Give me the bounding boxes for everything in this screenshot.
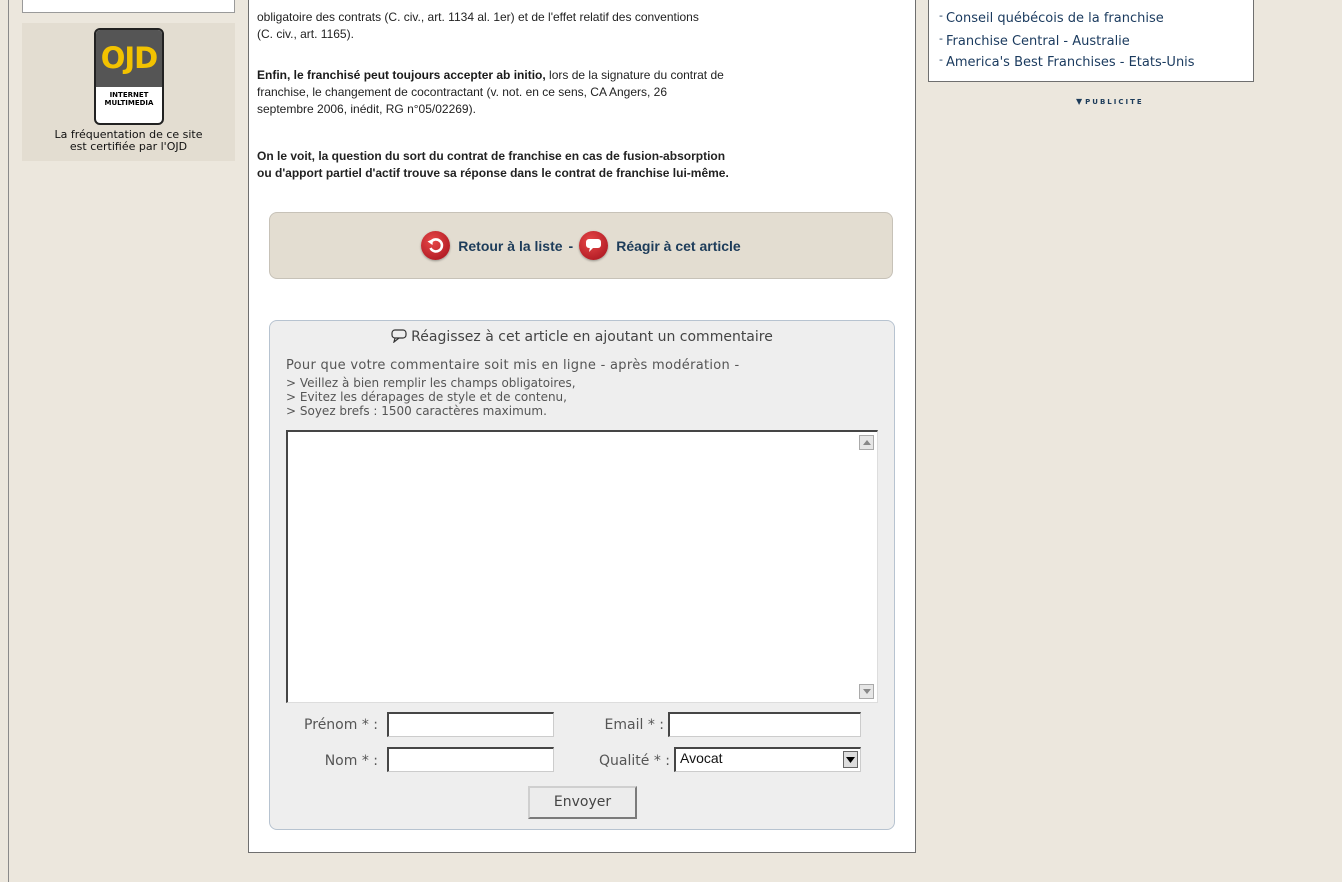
dash-bullet: - <box>939 9 943 22</box>
article-bold-text: Enfin, le franchisé peut toujours accept… <box>257 68 546 82</box>
speech-bubble-icon <box>391 329 407 344</box>
dash-bullet: - <box>939 32 943 45</box>
article-content: obligatoire des contrats (C. civ., art. … <box>248 0 916 853</box>
ojd-logo-text: OJD <box>96 30 162 87</box>
comment-form-title: Réagissez à cet article en ajoutant un c… <box>270 329 894 345</box>
article-line: franchise, le changement de cocontractan… <box>257 85 668 99</box>
email-input[interactable] <box>668 712 861 737</box>
franchise-link-label[interactable]: America's Best Franchises - Etats-Unis <box>946 55 1195 70</box>
comment-form-title-text: Réagissez à cet article en ajoutant un c… <box>411 329 773 345</box>
advertising-label-text: PUBLICITE <box>1085 98 1144 106</box>
scroll-down-icon[interactable] <box>859 684 874 699</box>
triangle-down-icon: ▼ <box>1076 97 1083 106</box>
article-line: (C. civ., art. 1165). <box>257 27 354 41</box>
firstname-input[interactable] <box>387 712 554 737</box>
article-line: septembre 2006, inédit, RG n°05/02269). <box>257 102 476 116</box>
back-to-list-link[interactable]: Retour à la liste <box>458 238 562 254</box>
comment-textarea[interactable] <box>288 432 858 701</box>
lastname-label: Nom * : <box>324 753 378 769</box>
article-line: lors de la signature du contrat de <box>545 68 724 82</box>
firstname-label: Prénom * : <box>304 717 378 733</box>
comment-form-intro: Pour que votre commentaire soit mis en l… <box>286 358 740 373</box>
article-line: obligatoire des contrats (C. civ., art. … <box>257 10 699 24</box>
franchise-link[interactable]: - Franchise Central - Australie <box>939 32 1130 50</box>
ojd-subtitle-line2: MULTIMEDIA <box>104 99 154 107</box>
lastname-input[interactable] <box>387 747 554 772</box>
chevron-down-icon[interactable] <box>843 751 858 768</box>
franchise-link[interactable]: - Conseil québécois de la franchise <box>939 9 1164 27</box>
franchise-link[interactable]: - America's Best Franchises - Etats-Unis <box>939 53 1195 71</box>
advertising-label: ▼ PUBLICITE <box>1076 97 1144 106</box>
franchise-link-label[interactable]: Franchise Central - Australie <box>946 34 1130 49</box>
action-separator: - <box>568 237 574 254</box>
submit-button[interactable]: Envoyer <box>528 786 637 819</box>
article-line: On le voit, la question du sort du contr… <box>257 149 726 163</box>
react-to-article-link[interactable]: Réagir à cet article <box>616 238 741 254</box>
comment-rule: > Evitez les dérapages de style et de co… <box>286 390 567 404</box>
ojd-caption: La fréquentation de ce site est certifié… <box>22 129 235 153</box>
back-arrow-icon[interactable] <box>421 231 451 260</box>
article-paragraph: obligatoire des contrats (C. civ., art. … <box>257 9 907 43</box>
franchise-link-label[interactable]: Conseil québécois de la franchise <box>946 11 1164 26</box>
quality-selected-value: Avocat <box>680 750 723 766</box>
comment-rule: > Soyez brefs : 1500 caractères maximum. <box>286 404 547 418</box>
comment-form: Réagissez à cet article en ajoutant un c… <box>269 320 895 830</box>
ojd-subtitle-line1: INTERNET <box>109 91 149 99</box>
article-line: ou d'apport partiel d'actif trouve sa ré… <box>257 166 729 180</box>
ojd-caption-line2: est certifiée par l'OJD <box>69 140 188 153</box>
dash-bullet: - <box>939 53 943 66</box>
article-actions: Retour à la liste - Réagir à cet article <box>269 212 893 279</box>
article-conclusion: On le voit, la question du sort du contr… <box>257 148 907 182</box>
left-sidebar-box <box>22 0 235 13</box>
scroll-up-icon[interactable] <box>859 435 874 450</box>
article-paragraph: Enfin, le franchisé peut toujours accept… <box>257 67 907 118</box>
email-label: Email * : <box>604 717 664 733</box>
quality-label: Qualité * : <box>599 753 670 769</box>
comment-textarea-frame <box>286 430 878 703</box>
comment-rule: > Veillez à bien remplir les champs obli… <box>286 376 576 390</box>
ojd-logo-subtitle: INTERNET MULTIMEDIA <box>96 87 162 107</box>
comment-bubble-icon[interactable] <box>579 231 609 260</box>
ojd-certification[interactable]: OJD INTERNET MULTIMEDIA La fréquentation… <box>22 23 235 161</box>
page-left-border <box>8 0 9 882</box>
ojd-logo: OJD INTERNET MULTIMEDIA <box>94 28 164 125</box>
quality-select[interactable]: Avocat <box>674 747 861 772</box>
franchise-links-box: - Conseil québécois de la franchise - Fran… <box>928 0 1254 82</box>
